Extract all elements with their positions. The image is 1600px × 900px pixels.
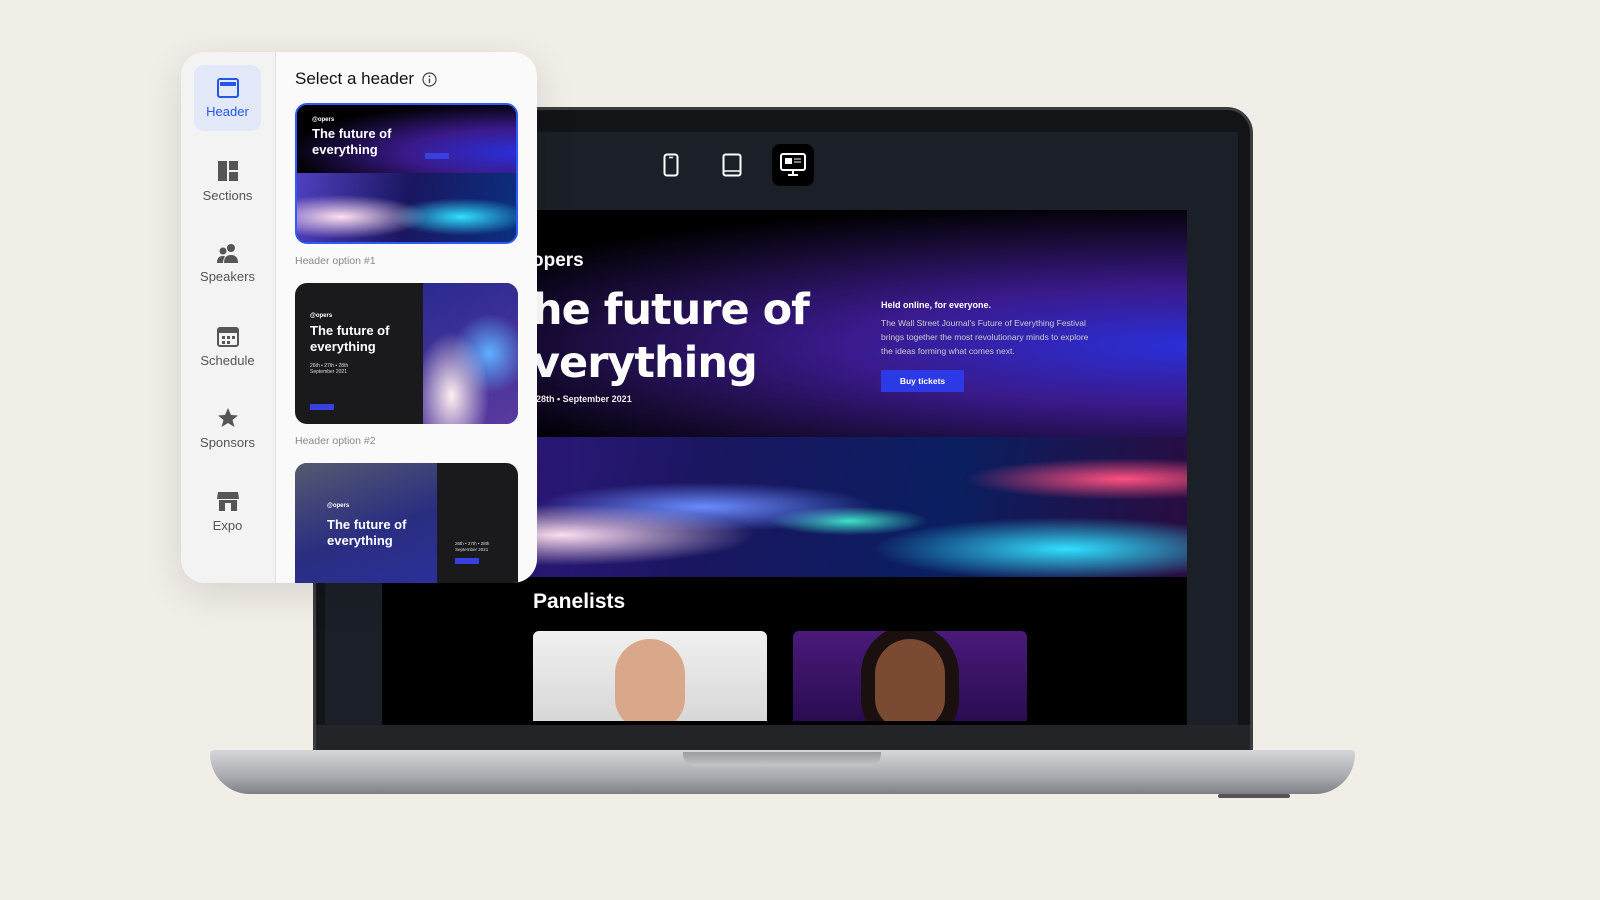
desktop-icon (780, 153, 806, 176)
people-icon (216, 243, 238, 263)
laptop-foot (1218, 794, 1290, 798)
mobile-view-button[interactable] (650, 144, 692, 186)
nav-item-speakers[interactable]: Speakers (194, 230, 261, 296)
buy-tickets-button[interactable]: Buy tickets (881, 370, 964, 392)
held-online-text: Held online, for everyone. (881, 300, 992, 310)
event-description: The Wall Street Journal's Future of Ever… (881, 318, 1089, 356)
header-option-3[interactable]: @opers The future of everything 26th • 27… (295, 463, 518, 583)
editor-nav: Header Sections Speakers Schedule Sponso… (181, 52, 276, 583)
mobile-icon (663, 153, 679, 177)
event-date: 28th • September 2021 (536, 394, 632, 404)
nav-item-expo[interactable]: Expo (194, 478, 261, 544)
nav-item-sponsors[interactable]: Sponsors (194, 395, 261, 461)
laptop-notch (683, 752, 881, 766)
panelists-heading: Panelists (533, 590, 626, 613)
nav-item-header[interactable]: Header (194, 65, 261, 131)
info-icon[interactable] (422, 71, 437, 87)
calendar-icon (216, 326, 239, 347)
screen-bezel-bottom (316, 725, 1250, 750)
tablet-view-button[interactable] (711, 144, 753, 186)
header-layout-icon (216, 77, 239, 98)
star-badge-icon (217, 407, 238, 427)
panelist-photo (615, 639, 685, 721)
panelist-card[interactable] (533, 631, 767, 721)
panelist-photo (875, 639, 945, 721)
storefront-icon (216, 491, 239, 511)
tablet-icon (722, 153, 742, 177)
header-option-label: Header option #1 (295, 255, 376, 267)
sections-grid-icon (217, 160, 238, 181)
panel-title: Select a header (295, 69, 437, 89)
header-option-label: Header option #2 (295, 435, 376, 447)
site-logo: opers (532, 250, 584, 271)
desktop-view-button[interactable] (772, 144, 814, 186)
panelist-card[interactable] (793, 631, 1027, 721)
header-option-1[interactable]: @opers The future of everything (295, 103, 518, 244)
nav-item-schedule[interactable]: Schedule (194, 313, 261, 379)
header-option-2[interactable]: @opers The future of everything 26th • 27… (295, 283, 518, 424)
header-picker-panel: Header Sections Speakers Schedule Sponso… (181, 52, 537, 583)
nav-item-sections[interactable]: Sections (194, 148, 261, 214)
hero-title: he future of verything (532, 285, 810, 388)
